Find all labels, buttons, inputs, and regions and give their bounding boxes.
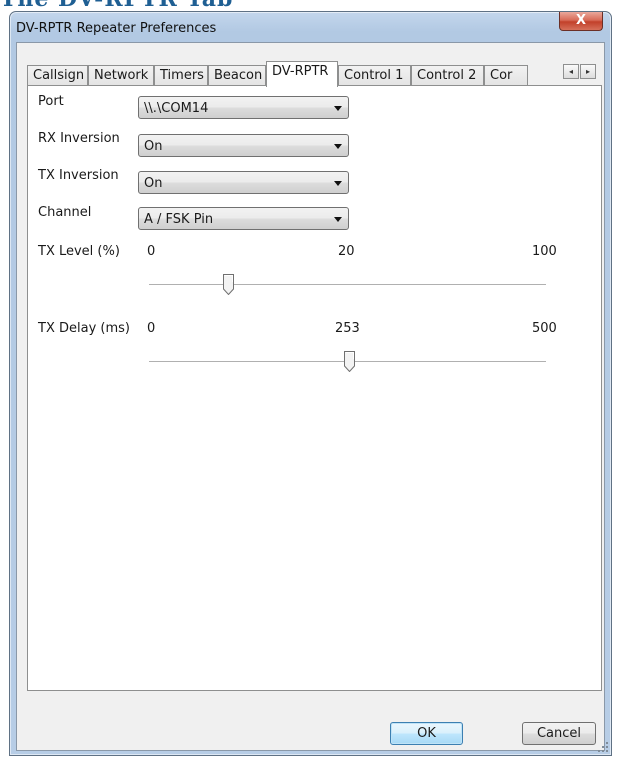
rx-inversion-select[interactable]: On bbox=[138, 134, 349, 157]
tab-strip: Callsign Network Timers Beacon DV-RPTR C… bbox=[27, 61, 602, 87]
rx-inversion-label: RX Inversion bbox=[38, 131, 120, 146]
channel-select[interactable]: A / FSK Pin bbox=[138, 207, 349, 230]
document-heading: The DV-RPTR Tab bbox=[0, 0, 233, 12]
tx-level-slider-track[interactable] bbox=[149, 284, 546, 286]
tab-control-2[interactable]: Control 2 bbox=[411, 65, 484, 86]
channel-value: A / FSK Pin bbox=[144, 212, 214, 227]
tab-callsign[interactable]: Callsign bbox=[27, 65, 88, 86]
tab-timers[interactable]: Timers bbox=[154, 65, 208, 86]
tab-network[interactable]: Network bbox=[88, 65, 154, 86]
dv-rptr-tab-panel: Port \\.\COM14 RX Inversion On TX Invers… bbox=[27, 85, 602, 691]
tab-beacon[interactable]: Beacon bbox=[208, 65, 266, 86]
tx-inversion-label: TX Inversion bbox=[38, 168, 119, 183]
tx-delay-slider-thumb[interactable] bbox=[344, 351, 356, 372]
tx-delay-max: 500 bbox=[532, 321, 557, 336]
tab-dv-rptr[interactable]: DV-RPTR bbox=[266, 61, 338, 87]
resize-grip-icon[interactable] bbox=[597, 741, 609, 753]
tx-inversion-select[interactable]: On bbox=[138, 171, 349, 194]
tx-delay-min: 0 bbox=[147, 321, 156, 336]
rx-inversion-value: On bbox=[144, 139, 163, 154]
tab-control-3-partial[interactable]: Cor bbox=[484, 65, 528, 86]
preferences-dialog: DV-RPTR Repeater Preferences X Callsign … bbox=[9, 11, 612, 756]
dialog-client-area: Callsign Network Timers Beacon DV-RPTR C… bbox=[16, 42, 605, 751]
chevron-down-icon bbox=[334, 144, 342, 149]
cancel-button[interactable]: Cancel bbox=[522, 722, 596, 745]
window-title: DV-RPTR Repeater Preferences bbox=[16, 21, 217, 36]
port-label: Port bbox=[38, 94, 64, 109]
chevron-down-icon bbox=[334, 181, 342, 186]
tx-delay-value: 253 bbox=[335, 321, 360, 336]
tx-level-value: 20 bbox=[338, 244, 355, 259]
title-bar[interactable]: DV-RPTR Repeater Preferences X bbox=[10, 12, 611, 42]
port-value: \\.\COM14 bbox=[144, 101, 209, 116]
tab-scroll-left-icon[interactable]: ◂ bbox=[563, 64, 579, 79]
tx-inversion-value: On bbox=[144, 176, 163, 191]
tab-scroll-right-icon[interactable]: ▸ bbox=[580, 64, 596, 79]
tx-level-label: TX Level (%) bbox=[38, 244, 120, 259]
port-select[interactable]: \\.\COM14 bbox=[138, 96, 349, 119]
close-icon: X bbox=[575, 13, 587, 28]
ok-button[interactable]: OK bbox=[390, 722, 463, 745]
tx-level-max: 100 bbox=[532, 244, 557, 259]
tx-delay-label: TX Delay (ms) bbox=[38, 321, 130, 336]
channel-label: Channel bbox=[38, 205, 92, 220]
close-button[interactable]: X bbox=[559, 12, 603, 31]
tx-level-min: 0 bbox=[147, 244, 156, 259]
tx-level-slider-thumb[interactable] bbox=[222, 274, 234, 295]
tab-control-1[interactable]: Control 1 bbox=[338, 65, 411, 86]
chevron-down-icon bbox=[334, 106, 342, 111]
chevron-down-icon bbox=[334, 217, 342, 222]
